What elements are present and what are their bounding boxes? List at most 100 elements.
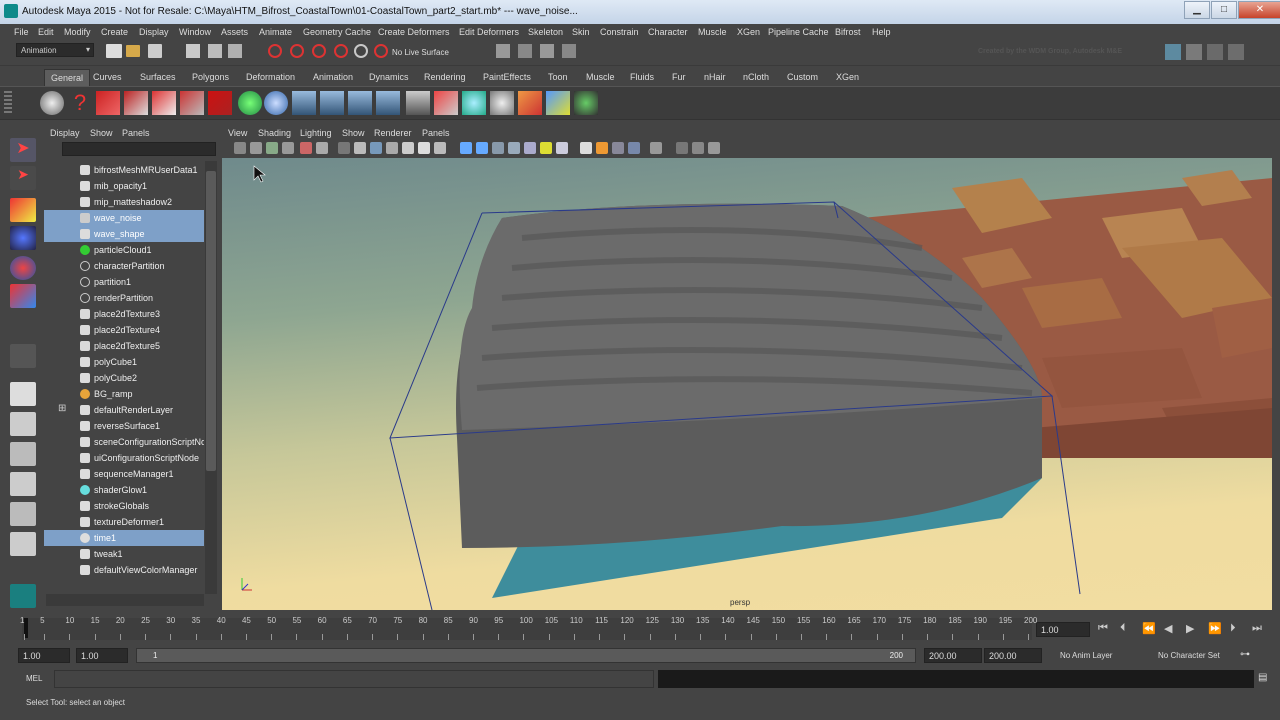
attribute-editor-icon[interactable]	[1165, 44, 1181, 60]
shelf-tool-icon-20[interactable]	[574, 91, 598, 115]
select-component-icon[interactable]	[228, 44, 242, 58]
tool-settings-icon[interactable]	[1186, 44, 1202, 60]
outliner-item[interactable]: BG_ramp	[44, 386, 204, 402]
outliner-item[interactable]: renderPartition	[44, 290, 204, 306]
snap-point-icon[interactable]	[312, 44, 326, 58]
outliner-item[interactable]: polyCube2	[44, 370, 204, 386]
paint-select-tool-icon[interactable]	[10, 198, 36, 222]
shelf-tab-animation[interactable]: Animation	[313, 72, 353, 82]
snap-view-icon[interactable]	[334, 44, 348, 58]
outliner-item[interactable]: place2dTexture3	[44, 306, 204, 322]
select-object-icon[interactable]	[208, 44, 222, 58]
layout-persp-graph-icon[interactable]	[10, 532, 36, 556]
shelf-tab-surfaces[interactable]: Surfaces	[140, 72, 176, 82]
shelf-tab-dynamics[interactable]: Dynamics	[369, 72, 409, 82]
shelf-tool-icon-18[interactable]	[518, 91, 542, 115]
step-back-key-icon[interactable]: ⏪	[1142, 622, 1156, 635]
maya-home-icon[interactable]	[10, 584, 36, 608]
shelf-tab-fur[interactable]: Fur	[672, 72, 686, 82]
command-language-label[interactable]: MEL	[26, 674, 42, 683]
outliner-item[interactable]: strokeGlobals	[44, 498, 204, 514]
viewport-toolbar-icon-28[interactable]	[708, 142, 720, 154]
shelf-tab-xgen[interactable]: XGen	[836, 72, 859, 82]
menu-animate[interactable]: Animate	[259, 27, 292, 37]
shelf-tool-icon-11[interactable]	[320, 91, 344, 115]
shelf-tab-general[interactable]: General	[44, 69, 91, 86]
viewport-toolbar-icon-11[interactable]	[402, 142, 414, 154]
viewport-toolbar-icon-18[interactable]	[524, 142, 536, 154]
menu-character[interactable]: Character	[648, 27, 688, 37]
outliner-item[interactable]: wave_noise	[44, 210, 204, 226]
shelf-tool-icon-1[interactable]	[40, 91, 64, 115]
outliner-menu-panels[interactable]: Panels	[122, 128, 150, 138]
shelf-tool-icon-7[interactable]	[208, 91, 232, 115]
shelf-tab-rendering[interactable]: Rendering	[424, 72, 466, 82]
shelf-tool-icon-8[interactable]	[238, 91, 262, 115]
shelf-tool-icon-17[interactable]	[490, 91, 514, 115]
outliner-item[interactable]: tweak1	[44, 546, 204, 562]
playback-end-field[interactable]: 200.00	[924, 648, 982, 663]
shelf-tool-icon-13[interactable]	[376, 91, 400, 115]
viewport-toolbar-icon-3[interactable]	[266, 142, 278, 154]
viewport-menu-renderer[interactable]: Renderer	[374, 128, 412, 138]
snap-grid-icon[interactable]	[268, 44, 282, 58]
viewport-toolbar-icon-26[interactable]	[676, 142, 688, 154]
layer-editor-icon[interactable]	[1228, 44, 1244, 60]
outliner-item[interactable]: textureDeformer1	[44, 514, 204, 530]
go-to-start-icon[interactable]: ⏮	[1098, 622, 1108, 635]
menu-file[interactable]: File	[14, 27, 29, 37]
viewport-toolbar-icon-16[interactable]	[492, 142, 504, 154]
shelf-tool-icon-12[interactable]	[348, 91, 372, 115]
save-scene-icon[interactable]	[148, 44, 162, 58]
menu-muscle[interactable]: Muscle	[698, 27, 727, 37]
outliner-item[interactable]: particleCloud1	[44, 242, 204, 258]
menu-help[interactable]: Help	[872, 27, 891, 37]
menu-window[interactable]: Window	[179, 27, 211, 37]
command-input[interactable]	[54, 670, 654, 688]
shelf-tab-polygons[interactable]: Polygons	[192, 72, 229, 82]
maximize-button[interactable]: □	[1211, 1, 1237, 19]
outliner-item[interactable]: characterPartition	[44, 258, 204, 274]
animation-end-field[interactable]: 200.00	[984, 648, 1042, 663]
outliner-filter-input[interactable]	[62, 142, 216, 156]
viewport-toolbar-icon-20[interactable]	[556, 142, 568, 154]
outliner-menu-display[interactable]: Display	[50, 128, 80, 138]
shelf-tab-nhair[interactable]: nHair	[704, 72, 726, 82]
viewport-toolbar-icon-21[interactable]	[580, 142, 592, 154]
script-editor-icon[interactable]: ▤	[1258, 672, 1267, 683]
shelf-tool-icon-9[interactable]	[264, 91, 288, 115]
viewport-toolbar-icon-23[interactable]	[612, 142, 624, 154]
menu-skeleton[interactable]: Skeleton	[528, 27, 563, 37]
help-question-icon[interactable]: ?	[68, 91, 92, 115]
shelf-tab-ncloth[interactable]: nCloth	[743, 72, 769, 82]
viewport-toolbar-icon-4[interactable]	[282, 142, 294, 154]
move-tool-icon[interactable]	[10, 226, 36, 250]
shelf-tool-icon-6[interactable]	[180, 91, 204, 115]
range-slider[interactable]: 1 200	[136, 648, 916, 663]
play-forward-icon[interactable]: ▶	[1186, 622, 1194, 635]
outliner-menu-show[interactable]: Show	[90, 128, 113, 138]
last-tool-icon[interactable]	[10, 344, 36, 368]
viewport-toolbar-icon-2[interactable]	[250, 142, 262, 154]
viewport-toolbar-icon-19[interactable]	[540, 142, 552, 154]
animation-start-field[interactable]: 1.00	[18, 648, 70, 663]
viewport-menu-panels[interactable]: Panels	[422, 128, 450, 138]
viewport-toolbar-icon-25[interactable]	[650, 142, 662, 154]
layout-four-icon[interactable]	[10, 412, 36, 436]
outliner-item[interactable]: place2dTexture5	[44, 338, 204, 354]
character-set-label[interactable]: No Character Set	[1158, 651, 1220, 660]
viewport-menu-lighting[interactable]: Lighting	[300, 128, 332, 138]
menu-bifrost[interactable]: Bifrost	[835, 27, 861, 37]
playback-start-field[interactable]: 1.00	[76, 648, 128, 663]
shelf-tool-icon-5[interactable]	[152, 91, 176, 115]
new-scene-icon[interactable]	[106, 44, 122, 58]
viewport-3d[interactable]: persp	[222, 158, 1272, 610]
step-forward-frame-icon[interactable]: ⏵	[1230, 622, 1236, 635]
viewport-toolbar-icon-13[interactable]	[434, 142, 446, 154]
viewport-toolbar-icon-6[interactable]	[316, 142, 328, 154]
rotate-tool-icon[interactable]	[10, 256, 36, 280]
shelf-tool-icon-19[interactable]	[546, 91, 570, 115]
menu-modify[interactable]: Modify	[64, 27, 91, 37]
time-slider[interactable]: 1.00 ⏮ ⏴ ⏪ ◀ ▶ ⏩ ⏵ ⏭ 1 5 10 15 20 25 30 35 40 45 5…	[0, 612, 1280, 644]
shelf-tab-muscle[interactable]: Muscle	[586, 72, 615, 82]
